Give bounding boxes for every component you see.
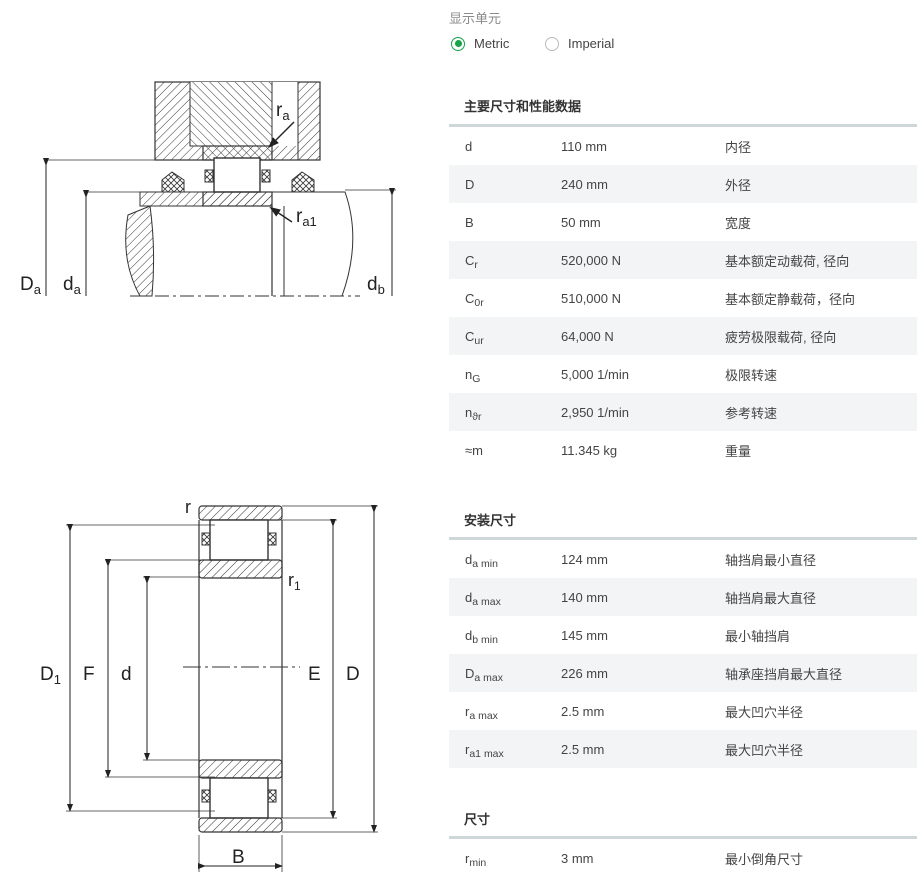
section-title-main: 主要尺寸和性能数据: [464, 99, 582, 114]
section-title-dimensions: 尺寸: [464, 812, 491, 827]
table-row: Cur 64,000 N 疲劳极限载荷, 径向: [449, 317, 917, 355]
label-d: d: [121, 664, 132, 685]
radio-metric-label: Metric: [474, 36, 510, 51]
radio-selected-icon[interactable]: [451, 36, 465, 51]
table-row: rmin 3 mm 最小倒角尺寸: [449, 839, 917, 877]
label-F: F: [83, 664, 95, 685]
label-B: B: [232, 847, 245, 868]
table-row: ra1 max 2.5 mm 最大凹穴半径: [449, 730, 917, 768]
table-row: D 240 mm 外径: [449, 165, 917, 203]
table-row: nG 5,000 1/min 极限转速: [449, 355, 917, 393]
label-r: r: [185, 497, 191, 517]
table-row: nϑr 2,950 1/min 参考转速: [449, 393, 917, 431]
radio-imperial-label: Imperial: [568, 36, 615, 51]
table-row: Da max 226 mm 轴承座挡肩最大直径: [449, 654, 917, 692]
label-D1: D1: [40, 664, 61, 687]
label-db: db: [367, 274, 385, 297]
table-row: da max 140 mm 轴挡肩最大直径: [449, 578, 917, 616]
units-title: 显示单元: [449, 11, 502, 26]
section-title-mounting: 安装尺寸: [464, 513, 517, 528]
radio-imperial[interactable]: Imperial: [545, 36, 614, 51]
label-D: D: [346, 664, 360, 685]
radio-unselected-icon[interactable]: [545, 36, 559, 51]
dimensions-drawing: r r1 D1 F d E D B: [40, 497, 378, 872]
label-da: da: [63, 274, 82, 297]
table-row: B 50 mm 宽度: [449, 203, 917, 241]
bearing-drawings: Da da db ra ra1 r r1 D1 F d E D B: [20, 81, 396, 872]
radio-metric[interactable]: Metric: [451, 36, 509, 51]
label-Da: Da: [20, 274, 42, 297]
label-ra1: ra1: [296, 206, 317, 229]
label-E: E: [308, 664, 321, 685]
drawings-panel: Da da db ra ra1 r r1 D1 F d E D B: [0, 0, 440, 884]
table-row: ≈m 11.345 kg 重量: [449, 431, 917, 469]
table-mounting: da min 124 mm 轴挡肩最小直径 da max 140 mm 轴挡肩最大直径 …: [449, 540, 917, 768]
mounting-drawing: Da da db ra ra1: [20, 81, 396, 297]
table-main: d 110 mm 内径 D 240 mm 外径 B 50 mm 宽度 Cr 520,000 N…: [449, 127, 917, 469]
label-r1: r1: [288, 570, 301, 593]
table-dimensions: rmin 3 mm 最小倒角尺寸: [449, 839, 917, 877]
table-row: C0r 510,000 N 基本额定静载荷，径向: [449, 279, 917, 317]
table-row: db min 145 mm 最小轴挡肩: [449, 616, 917, 654]
table-row: ra max 2.5 mm 最大凹穴半径: [449, 692, 917, 730]
table-row: da min 124 mm 轴挡肩最小直径: [449, 540, 917, 578]
table-row: Cr 520,000 N 基本额定动载荷, 径向: [449, 241, 917, 279]
table-row: d 110 mm 内径: [449, 127, 917, 165]
data-panel: 显示单元 Metric Imperial 主要尺寸和性能数据 d 110 mm 内径…: [449, 0, 917, 884]
